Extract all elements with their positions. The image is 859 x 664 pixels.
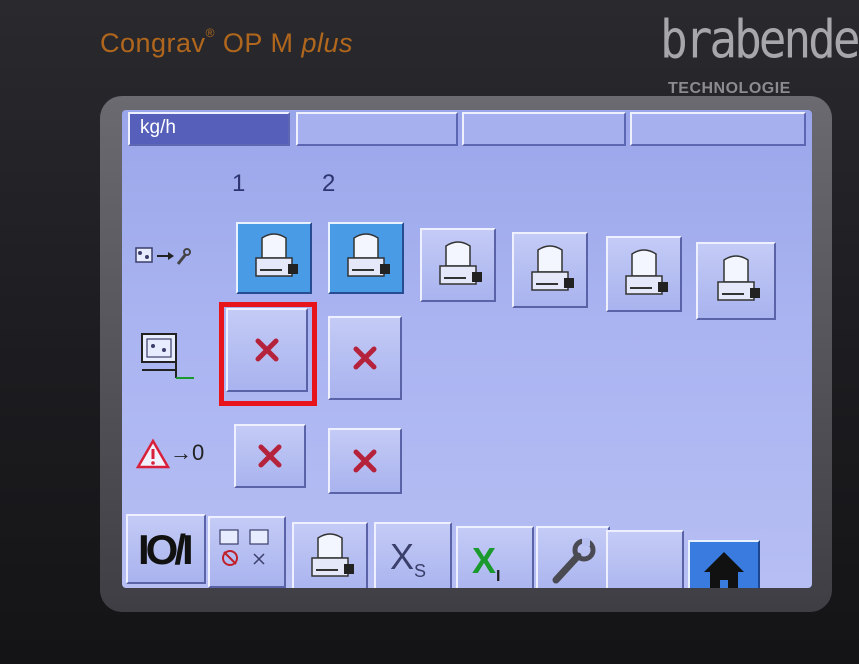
home-button[interactable] [688,540,760,588]
alarm-triangle-icon [136,438,170,469]
product-suffix: plus [301,28,353,58]
feeder-icon [255,233,298,277]
tab-kgh-label: kg/h [140,117,176,138]
feeders-disabled-icon [219,529,269,566]
x-mark-icon [353,449,377,473]
empty-button[interactable] [606,530,684,588]
feeder-icon [625,249,668,295]
feeder-button-3[interactable] [420,228,496,302]
refill-valve-icon [141,333,194,379]
product-name: Congrav® OP M plus [100,26,353,59]
xi-letter: X [472,540,497,581]
on-off-button[interactable]: IO/I [126,514,206,584]
tab-3[interactable] [462,112,626,146]
product-model: OP M [222,28,294,58]
brabender-logo: brabender [660,8,859,71]
tab-kgh[interactable]: kg/h [128,112,290,146]
feeder-icon [717,255,760,301]
feeder-icon [439,241,482,285]
column-number-2: 2 [322,170,336,197]
on-off-label: IO/I [138,526,194,573]
feeder-button-1[interactable] [236,222,312,294]
alarm-toggle-2[interactable] [328,428,402,494]
xs-subscript: S [414,561,427,582]
xs-button[interactable]: XS [374,522,452,588]
feeder-button-4[interactable] [512,232,588,308]
alarm-reset-row-icon: →0 [136,436,206,476]
feeder-button-6[interactable] [696,242,776,320]
xi-button[interactable]: XI [456,526,534,588]
home-icon [704,552,744,588]
feeder-status-button[interactable] [208,516,286,588]
wrench-icon [552,538,596,584]
tab-4[interactable] [630,112,806,146]
xi-subscript: I [496,568,501,586]
refill-toggle-2[interactable] [328,316,402,400]
x-mark-icon [353,346,377,370]
column-number-1: 1 [232,170,246,197]
tab-2[interactable] [296,112,458,146]
feeder-icon [311,533,354,577]
xi-label: XI [472,540,500,586]
feeder-button-5[interactable] [606,236,682,312]
xs-label: XS [390,536,426,582]
feeder-view-button[interactable] [292,522,368,588]
feeder-icon [531,245,574,291]
alarm-toggle-1[interactable] [234,424,306,488]
registered-mark: ® [205,26,215,40]
settings-button[interactable] [536,526,610,588]
alarm-reset-label: →0 [170,440,205,465]
product-name-text: Congrav [100,28,206,58]
feeder-icon [347,233,390,277]
highlight-box [219,302,317,406]
feeder-to-wrench-icon [135,247,191,265]
x-mark-icon [258,444,282,468]
feeder-button-2[interactable] [328,222,404,294]
xs-letter: X [390,536,415,577]
